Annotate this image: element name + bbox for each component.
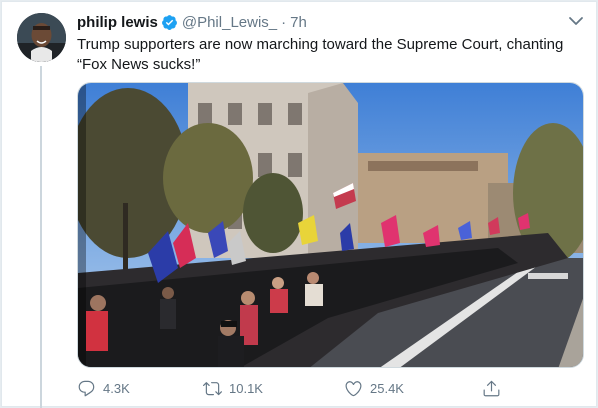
- reply-button[interactable]: 4.3K: [77, 378, 130, 398]
- chevron-down-icon[interactable]: [568, 15, 584, 27]
- tweet-card[interactable]: philip lewis @Phil_Lewis_ · 7h Trump sup…: [1, 1, 597, 408]
- tweet-actions: 4.3K 10.1K 25.4K: [77, 378, 582, 398]
- video-frame: [78, 83, 583, 367]
- reply-icon: [78, 380, 95, 396]
- display-name[interactable]: philip lewis: [77, 14, 158, 31]
- handle[interactable]: @Phil_Lewis_: [182, 14, 277, 31]
- verified-badge-icon: [161, 14, 177, 30]
- tweet-text: Trump supporters are now marching toward…: [77, 36, 564, 73]
- like-count: 25.4K: [370, 380, 404, 396]
- share-icon: [483, 380, 500, 396]
- retweet-count: 10.1K: [229, 380, 263, 396]
- heart-icon: [345, 380, 362, 396]
- share-button[interactable]: [482, 378, 501, 398]
- like-button[interactable]: 25.4K: [344, 378, 404, 398]
- thread-line: [40, 66, 42, 408]
- tweet-video[interactable]: [77, 82, 584, 368]
- timestamp[interactable]: 7h: [290, 14, 307, 31]
- avatar[interactable]: [17, 13, 66, 62]
- tweet-header: philip lewis @Phil_Lewis_ · 7h: [77, 12, 307, 32]
- separator-dot: ·: [281, 13, 287, 31]
- retweet-icon: [203, 381, 222, 395]
- retweet-button[interactable]: 10.1K: [203, 378, 263, 398]
- reply-count: 4.3K: [103, 380, 130, 396]
